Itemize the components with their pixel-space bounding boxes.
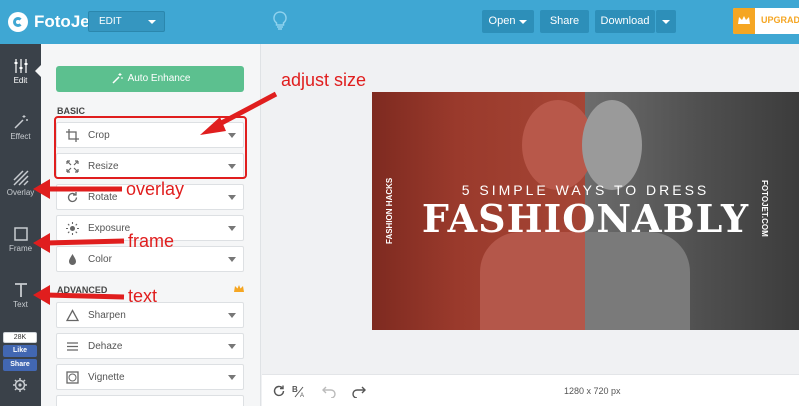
- arrow-adjust-size: [200, 91, 278, 135]
- annotation-frame: frame: [128, 231, 175, 251]
- annotation-overlay: overlay: [126, 179, 185, 199]
- arrow-frame: [33, 233, 125, 253]
- arrow-text: [33, 285, 125, 305]
- annotation-arrows: [33, 91, 278, 305]
- annotation-text: text: [128, 286, 158, 306]
- arrow-overlay: [33, 179, 122, 199]
- annotation-adjust-size: adjust size: [281, 70, 367, 90]
